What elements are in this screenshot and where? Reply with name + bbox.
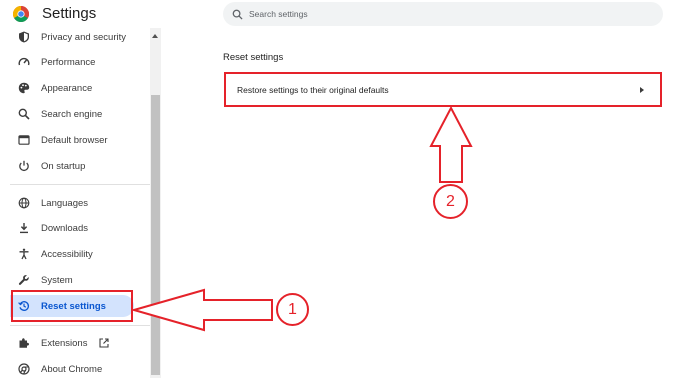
sidebar-item-accessibility[interactable]: Accessibility [10, 243, 150, 265]
sidebar-item-appearance[interactable]: Appearance [10, 77, 150, 99]
section-title: Reset settings [223, 52, 284, 63]
sidebar-item-on-startup[interactable]: On startup [10, 155, 150, 177]
annotation-arrow-left [132, 288, 273, 332]
annotation-step-2: 2 [433, 184, 468, 219]
restore-defaults-row[interactable]: Restore settings to their original defau… [224, 72, 662, 107]
sidebar-item-label: Languages [41, 197, 89, 209]
sidebar-divider [10, 325, 150, 326]
sidebar-item-system[interactable]: System [10, 269, 150, 291]
sidebar-item-languages[interactable]: Languages [10, 192, 150, 214]
scroll-up-arrow-icon[interactable] [152, 34, 158, 38]
palette-icon [16, 80, 32, 96]
sidebar-item-label: Extensions [41, 337, 88, 349]
accessibility-icon [16, 246, 32, 262]
search-input[interactable]: Search settings [223, 2, 663, 26]
sidebar-item-label: Accessibility [41, 248, 93, 260]
gauge-icon [16, 54, 32, 70]
chrome-outline-icon [16, 361, 32, 377]
chrome-logo-icon [12, 5, 30, 23]
puzzle-icon [16, 335, 32, 351]
sidebar-item-label: System [41, 274, 73, 286]
browser-window-icon [16, 132, 32, 148]
sidebar-item-label: Downloads [41, 222, 88, 234]
globe-icon [16, 195, 32, 211]
shield-icon [16, 29, 32, 45]
annotation-highlight-reset [11, 290, 133, 322]
search-icon [232, 9, 243, 20]
search-placeholder: Search settings [249, 9, 308, 19]
sidebar-item-extensions[interactable]: Extensions [10, 332, 150, 354]
power-icon [16, 158, 32, 174]
annotation-step-1: 1 [276, 293, 309, 326]
restore-defaults-label: Restore settings to their original defau… [237, 84, 389, 95]
sidebar-item-downloads[interactable]: Downloads [10, 217, 150, 239]
sidebar-item-default-browser[interactable]: Default browser [10, 129, 150, 151]
sidebar-item-label: Default browser [41, 134, 108, 146]
search-icon [16, 106, 32, 122]
sidebar-item-label: Appearance [41, 82, 93, 94]
external-link-icon [99, 338, 110, 348]
page-title: Settings [42, 5, 97, 22]
sidebar-item-search-engine[interactable]: Search engine [10, 103, 150, 125]
sidebar-item-label: Privacy and security [41, 31, 127, 43]
sidebar-item-performance[interactable]: Performance [10, 51, 150, 73]
sidebar-item-label: Performance [41, 56, 96, 68]
wrench-icon [16, 272, 32, 288]
annotation-arrow-up [429, 106, 473, 183]
sidebar-divider [10, 184, 150, 185]
sidebar-item-label: About Chrome [41, 363, 103, 375]
chevron-right-icon [640, 86, 644, 93]
download-icon [16, 220, 32, 236]
sidebar-item-privacy[interactable]: Privacy and security [10, 26, 150, 48]
sidebar-item-about-chrome[interactable]: About Chrome [10, 358, 150, 380]
sidebar-item-label: On startup [41, 160, 86, 172]
sidebar-item-label: Search engine [41, 108, 103, 120]
